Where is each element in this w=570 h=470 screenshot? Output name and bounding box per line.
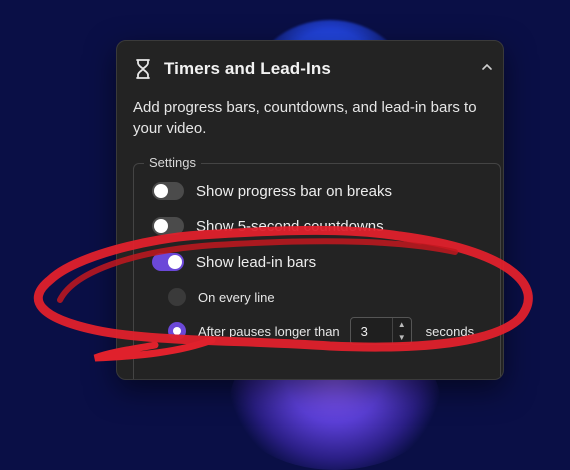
toggle-knob — [154, 184, 168, 198]
pause-seconds-value: 3 — [360, 324, 368, 339]
lead-in-toggle-row[interactable]: Show lead-in bars — [152, 253, 316, 271]
toggle-knob — [168, 255, 182, 269]
hourglass-icon — [136, 59, 150, 79]
progress-bar-toggle-label: Show progress bar on breaks — [196, 182, 392, 200]
seconds-unit-label: seconds — [425, 323, 475, 339]
lead-in-toggle-label: Show lead-in bars — [196, 253, 317, 271]
countdown-toggle-row[interactable]: Show 5-second countdowns — [152, 217, 384, 235]
every-line-radio[interactable] — [168, 288, 186, 306]
decrement-icon[interactable]: ▼ — [393, 331, 411, 344]
lead-in-toggle[interactable] — [152, 253, 184, 271]
every-line-option[interactable]: On every line — [168, 288, 275, 306]
panel-title: Timers and Lead-Ins — [164, 59, 331, 78]
pauses-label: After pauses longer than — [198, 323, 340, 339]
progress-bar-toggle-row[interactable]: Show progress bar on breaks — [152, 182, 392, 200]
chevron-up-icon[interactable] — [479, 59, 495, 75]
panel-header[interactable]: Timers and Lead-Ins — [117, 41, 503, 97]
panel-description: Add progress bars, countdowns, and lead-… — [133, 99, 477, 137]
pause-seconds-input[interactable]: 3 ▲ ▼ — [349, 317, 412, 345]
toggle-knob — [154, 219, 168, 233]
every-line-label: On every line — [198, 289, 275, 305]
pause-seconds-stepper: ▲ ▼ — [391, 318, 411, 344]
increment-icon[interactable]: ▲ — [393, 318, 411, 331]
timers-panel: Timers and Lead-Ins Add progress bars, c… — [116, 40, 504, 380]
pauses-radio[interactable] — [168, 322, 186, 340]
settings-legend: Settings — [144, 155, 201, 170]
pauses-option[interactable]: After pauses longer than 3 ▲ ▼ seconds — [168, 317, 474, 345]
progress-bar-toggle[interactable] — [152, 182, 184, 200]
settings-group: Settings Show progress bar on breaks Sho… — [133, 155, 501, 379]
countdown-toggle[interactable] — [152, 217, 184, 235]
countdown-toggle-label: Show 5-second countdowns — [196, 217, 384, 235]
